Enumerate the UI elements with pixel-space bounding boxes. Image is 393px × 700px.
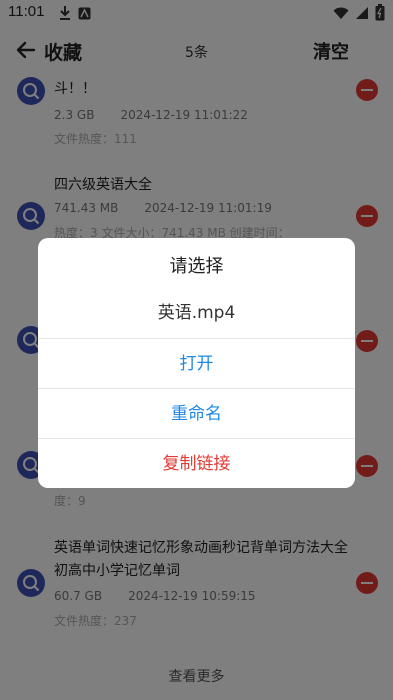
dialog-filename: 英语.mp4: [157, 303, 236, 323]
copy-link-button[interactable]: 复制链接: [38, 438, 355, 488]
choose-action-dialog: 请选择 英语.mp4 打开 重命名 复制链接: [38, 238, 355, 488]
open-button[interactable]: 打开: [38, 338, 355, 388]
rename-button[interactable]: 重命名: [38, 388, 355, 438]
dialog-title: 请选择: [169, 256, 224, 277]
